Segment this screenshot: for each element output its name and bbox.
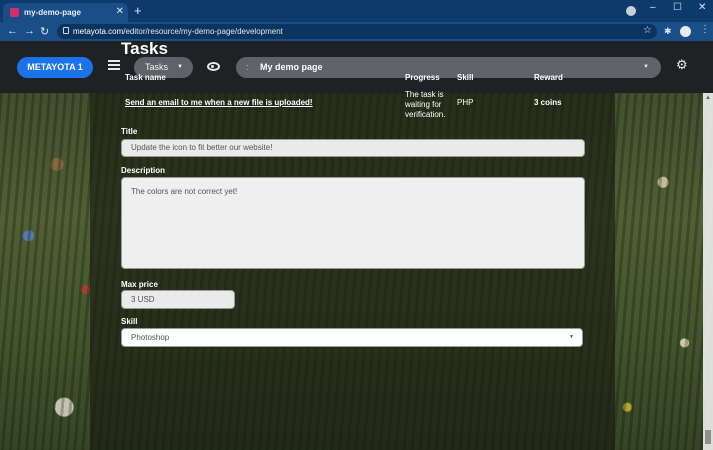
tab-close-icon[interactable]: ✕ — [116, 6, 124, 17]
browser-toolbar: ← → ↻ metayota.com/editor/resource/my-de… — [0, 22, 713, 41]
chevron-down-icon: ▼ — [177, 64, 183, 70]
window-close-button[interactable]: ✕ — [698, 2, 706, 13]
task-name-link[interactable]: Send an email to me when a new file is u… — [125, 98, 313, 107]
section-select-label: Tasks — [145, 62, 169, 72]
profile-avatar-icon[interactable] — [680, 26, 691, 37]
brand-button[interactable]: METAYOTA 1 — [17, 57, 93, 78]
browser-tab[interactable]: my-demo-page ✕ — [3, 3, 128, 22]
scrollbar-thumb[interactable] — [705, 430, 711, 444]
skill-select-value: Photoshop — [131, 333, 170, 342]
scroll-up-arrow-icon[interactable]: ▲ — [705, 95, 711, 101]
column-header-progress: Progress — [405, 73, 440, 82]
eye-icon[interactable] — [207, 62, 220, 71]
back-arrow-icon[interactable]: ← — [7, 25, 18, 37]
list-icon[interactable] — [108, 59, 120, 71]
drag-handle-icon: : — [246, 62, 249, 72]
skill-label: Skill — [121, 317, 138, 326]
column-header-skill: Skill — [457, 73, 474, 82]
extensions-puzzle-icon[interactable]: ✱ — [664, 26, 672, 37]
task-skill-text: PHP — [457, 98, 474, 107]
page-select-label: My demo page — [260, 62, 323, 72]
url-text: metayota.com/editor/resource/my-demo-pag… — [73, 27, 283, 36]
column-header-reward: Reward — [534, 73, 563, 82]
new-tab-button[interactable]: + — [134, 3, 142, 18]
scrollbar[interactable] — [703, 93, 713, 450]
page-select[interactable]: : My demo page ▼ — [236, 57, 661, 78]
max-price-label: Max price — [121, 280, 158, 289]
task-reward-text: 3 coins — [534, 98, 562, 107]
description-field[interactable]: The colors are not correct yet! — [121, 177, 585, 269]
address-bar[interactable]: metayota.com/editor/resource/my-demo-pag… — [57, 24, 657, 39]
task-progress-text: The task is waiting for verification. — [405, 90, 446, 119]
bookmark-star-icon[interactable]: ☆ — [643, 25, 652, 36]
skill-select[interactable]: Photoshop ▼ — [121, 328, 583, 347]
app-header: METAYOTA 1 Tasks ▼ : My demo page ▼ ⚙ — [0, 41, 713, 93]
browser-menu-icon[interactable]: ⋮ — [700, 24, 710, 35]
title-field[interactable]: Update the icon to fit better our websit… — [121, 139, 585, 157]
column-header-task-name: Task name — [125, 73, 166, 82]
gear-icon[interactable]: ⚙ — [676, 58, 688, 71]
window-minimize-button[interactable]: – — [650, 2, 656, 13]
page-title: Tasks — [121, 39, 168, 58]
description-label: Description — [121, 166, 166, 175]
max-price-field[interactable]: 3 USD — [121, 290, 235, 309]
reload-icon[interactable]: ↻ — [40, 25, 49, 38]
browser-tab-strip: my-demo-page ✕ + – ☐ ✕ — [0, 0, 713, 22]
chevron-down-icon: ▼ — [643, 64, 649, 70]
chevron-down-icon: ▼ — [569, 334, 574, 340]
window-maximize-button[interactable]: ☐ — [673, 2, 682, 13]
tab-search-icon[interactable] — [626, 6, 636, 16]
forward-arrow-icon[interactable]: → — [24, 25, 35, 37]
tab-title: my-demo-page — [24, 8, 81, 17]
site-favicon-icon — [10, 8, 19, 17]
lock-icon — [63, 27, 69, 34]
title-label: Title — [121, 127, 138, 136]
